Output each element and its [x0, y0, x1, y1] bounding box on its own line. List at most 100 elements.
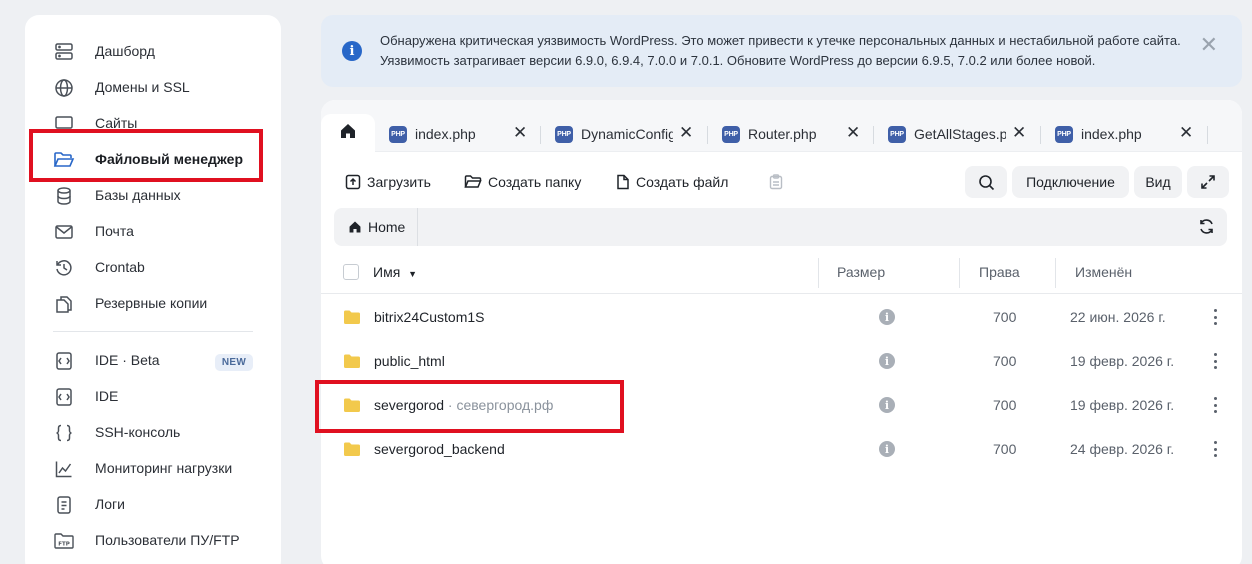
table-row[interactable]: severgorod_backend i 700 24 февр. 2026 г…: [321, 427, 1242, 471]
ftp-folder-icon: FTP: [53, 531, 75, 551]
sidebar: Дашборд Домены и SSL Сайты Файловый мене…: [25, 15, 281, 564]
file-perms: 700: [993, 353, 1017, 369]
more-vertical-icon[interactable]: [1211, 351, 1219, 371]
sidebar-item-ssh-console[interactable]: SSH-консоль: [25, 414, 281, 450]
column-perms-header[interactable]: Права: [979, 264, 1020, 280]
file-perms: 700: [993, 309, 1017, 325]
sidebar-item-label: Мониторинг нагрузки: [95, 460, 233, 476]
breadcrumb-home-label: Home: [368, 219, 406, 235]
create-folder-label: Создать папку: [488, 174, 582, 190]
column-name-label: Имя: [373, 264, 401, 280]
sidebar-item-label: Файловый менеджер: [95, 151, 244, 167]
close-icon[interactable]: ✕: [1179, 123, 1193, 143]
sidebar-item-label: Логи: [95, 496, 125, 512]
column-size-header[interactable]: Размер: [837, 264, 885, 280]
file-modified: 19 февр. 2026 г.: [1070, 353, 1175, 369]
file-modified: 22 июн. 2026 г.: [1070, 309, 1166, 325]
tab-separator: [540, 126, 541, 144]
tab-home[interactable]: [321, 114, 375, 152]
file-manager-panel: PHP index.php ✕ PHP DynamicConfig ✕ PHP …: [321, 100, 1242, 564]
close-icon[interactable]: ✕: [679, 123, 693, 143]
close-icon[interactable]: ✕: [513, 123, 527, 143]
database-icon: [53, 186, 75, 206]
info-icon[interactable]: i: [879, 309, 895, 325]
new-badge: NEW: [215, 354, 253, 371]
clipboard-icon: [769, 174, 783, 190]
monitor-icon: [53, 114, 75, 134]
column-separator: [1055, 258, 1056, 288]
sidebar-item-label: SSH-консоль: [95, 424, 181, 440]
select-all-checkbox[interactable]: [343, 264, 359, 280]
sidebar-item-dashboard[interactable]: Дашборд: [25, 33, 281, 69]
braces-icon: [53, 423, 75, 443]
search-icon: [978, 174, 994, 190]
folder-icon: [343, 353, 361, 374]
tab-label: index.php: [1081, 126, 1142, 142]
sidebar-item-logs[interactable]: Логи: [25, 486, 281, 522]
upload-button[interactable]: Загрузить: [345, 168, 431, 196]
folder-icon: [343, 397, 361, 418]
close-icon[interactable]: ✕: [1012, 123, 1026, 143]
home-icon: [339, 122, 357, 145]
sidebar-item-ide[interactable]: IDE: [25, 378, 281, 414]
more-vertical-icon[interactable]: [1211, 439, 1219, 459]
column-modified-header[interactable]: Изменён: [1075, 264, 1132, 280]
sidebar-item-crontab[interactable]: Crontab: [25, 249, 281, 285]
folder-icon: [464, 175, 482, 188]
tab-file[interactable]: PHP GetAllStages.p ✕: [888, 122, 1026, 146]
fullscreen-button[interactable]: [1187, 166, 1229, 198]
file-modified: 19 февр. 2026 г.: [1070, 397, 1175, 413]
alert-banner: i Обнаружена критическая уязвимость Word…: [321, 15, 1242, 87]
view-button[interactable]: Вид: [1134, 166, 1182, 198]
close-icon[interactable]: ✕: [1200, 32, 1218, 58]
folder-open-icon: [53, 150, 75, 170]
tab-file[interactable]: PHP Router.php ✕: [722, 122, 860, 146]
home-icon: [349, 221, 361, 233]
paste-button[interactable]: [769, 168, 789, 196]
table-row[interactable]: bitrix24Custom1S i 700 22 июн. 2026 г.: [321, 295, 1242, 339]
tab-file[interactable]: PHP index.php ✕: [389, 122, 527, 146]
info-icon[interactable]: i: [879, 353, 895, 369]
sidebar-item-sites[interactable]: Сайты: [25, 105, 281, 141]
sidebar-item-ide-beta[interactable]: IDE · Beta NEW: [25, 342, 281, 378]
more-vertical-icon[interactable]: [1211, 307, 1219, 327]
sidebar-item-domains[interactable]: Домены и SSL: [25, 69, 281, 105]
search-button[interactable]: [965, 166, 1007, 198]
sidebar-item-label: Резервные копии: [95, 295, 208, 311]
sidebar-item-mail[interactable]: Почта: [25, 213, 281, 249]
sidebar-item-label: Базы данных: [95, 187, 181, 203]
table-row[interactable]: public_html i 700 19 февр. 2026 г.: [321, 339, 1242, 383]
connect-button[interactable]: Подключение: [1012, 166, 1129, 198]
php-icon: PHP: [555, 125, 573, 143]
mail-icon: [53, 222, 75, 242]
tab-file[interactable]: PHP index.php ✕: [1055, 122, 1193, 146]
server-icon: [53, 42, 75, 62]
sidebar-item-label: Пользователи ПУ/FTP: [95, 532, 240, 548]
breadcrumb-home[interactable]: Home: [334, 208, 418, 246]
close-icon[interactable]: ✕: [846, 123, 860, 143]
file-name: severgorod_backend: [374, 441, 505, 457]
refresh-icon[interactable]: [1198, 218, 1215, 240]
table-row[interactable]: severgorod · севергород.рф i 700 19 февр…: [321, 383, 1242, 427]
sidebar-item-file-manager[interactable]: Файловый менеджер: [25, 141, 281, 177]
sidebar-item-databases[interactable]: Базы данных: [25, 177, 281, 213]
tab-separator: [1040, 126, 1041, 144]
tab-file[interactable]: PHP DynamicConfig ✕: [555, 122, 693, 146]
create-folder-button[interactable]: Создать папку: [464, 168, 581, 196]
more-vertical-icon[interactable]: [1211, 395, 1219, 415]
sidebar-divider: [53, 331, 253, 332]
sidebar-item-label: IDE · Beta: [95, 352, 160, 368]
chart-line-icon: [53, 459, 75, 479]
info-icon: i: [342, 41, 362, 61]
info-icon[interactable]: i: [879, 441, 895, 457]
upload-label: Загрузить: [367, 174, 431, 190]
sidebar-item-backups[interactable]: Резервные копии: [25, 285, 281, 321]
info-icon[interactable]: i: [879, 397, 895, 413]
tab-label: GetAllStages.p: [914, 126, 1006, 142]
sidebar-item-ftp-users[interactable]: FTP Пользователи ПУ/FTP: [25, 522, 281, 558]
column-name-header[interactable]: Имя ▼: [373, 264, 417, 280]
file-name: public_html: [374, 353, 445, 369]
sidebar-item-monitoring[interactable]: Мониторинг нагрузки: [25, 450, 281, 486]
create-file-button[interactable]: Создать файл: [616, 168, 728, 196]
globe-icon: [53, 78, 75, 98]
